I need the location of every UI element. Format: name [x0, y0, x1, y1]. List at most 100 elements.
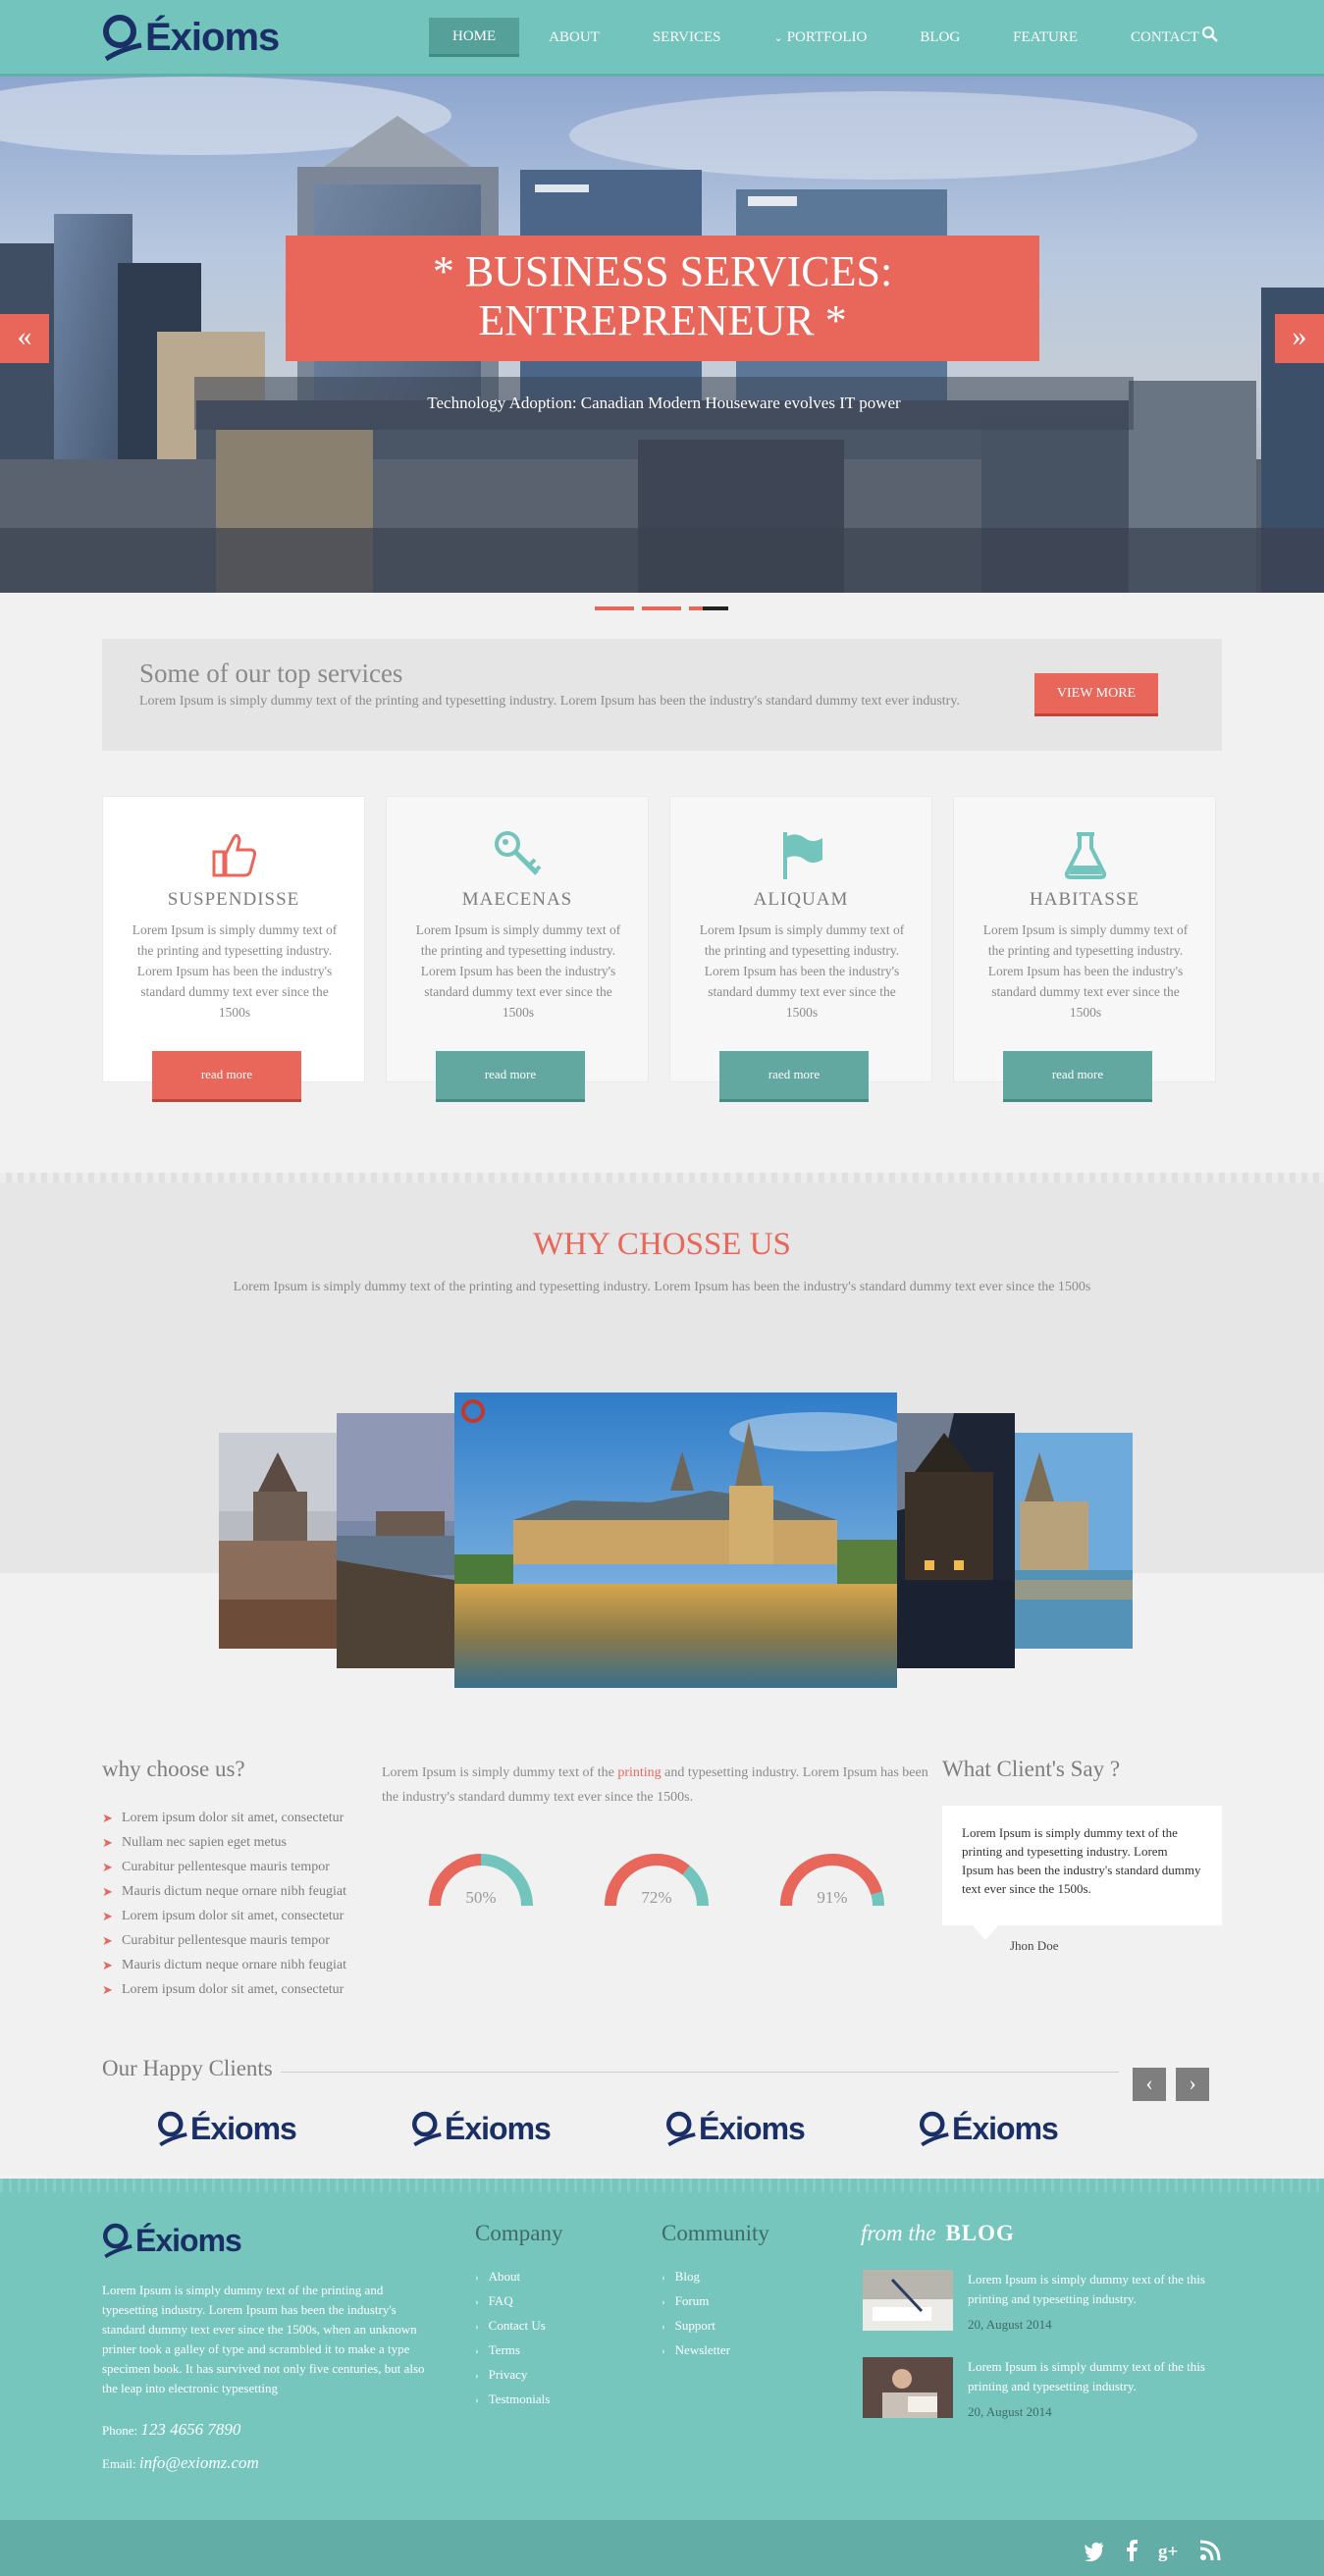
facebook-icon[interactable] [1122, 2540, 1143, 2561]
slider-dot-3[interactable] [689, 606, 728, 610]
logo-mark-icon [666, 2111, 696, 2147]
nav-services[interactable]: SERVICES [629, 18, 745, 57]
nav-feature[interactable]: FEATURE [989, 18, 1101, 57]
list-item-text: Mauris dictum neque ornare nibh feugiat [122, 1884, 346, 1899]
flag-icon [783, 832, 822, 879]
header: Éxioms HOME ABOUT SERVICES ⌄ PORTFOLIO BL… [0, 0, 1324, 77]
link-label: Contact Us [488, 2318, 546, 2333]
read-more-button[interactable]: raed more [719, 1051, 869, 1102]
footer-pattern [0, 2179, 1324, 2192]
double-chevron-left-icon[interactable]: « [0, 314, 49, 363]
read-more-button[interactable]: read more [436, 1051, 585, 1102]
slider-dot-1[interactable] [595, 606, 634, 610]
blog-post-text: Lorem Ipsum is simply dummy text of the … [968, 2359, 1205, 2393]
blog-heading-from: from the [861, 2221, 936, 2245]
double-chevron-right-icon[interactable]: » [1275, 314, 1324, 363]
arrow-right-icon: ➤ [102, 1811, 113, 1825]
client-logo-text: Éxioms [445, 2111, 552, 2146]
link-label: About [488, 2269, 521, 2284]
gallery-image-4[interactable] [895, 1413, 1015, 1668]
footer-link-testimonials[interactable]: › Testmonials [475, 2387, 550, 2411]
logo[interactable]: Éxioms [102, 10, 280, 65]
footer-link-newsletter[interactable]: › Newsletter [662, 2338, 730, 2362]
reading-photo [863, 2357, 953, 2418]
google-plus-icon[interactable]: g+ [1158, 2540, 1180, 2561]
footer-community-links: › Blog › Forum › Support › Newsletter [662, 2264, 730, 2362]
footer-link-privacy[interactable]: › Privacy [475, 2362, 550, 2387]
view-more-button[interactable]: VIEW MORE [1034, 673, 1158, 716]
footer-link-about[interactable]: › About [475, 2264, 550, 2288]
chevron-right-icon: › [475, 2296, 479, 2308]
hero-subtitle: Technology Adoption: Canadian Modern Hou… [194, 377, 1134, 430]
blog-heading-blog: BLOG [945, 2221, 1015, 2245]
footer-phone: Phone: 123 4656 7890 [102, 2420, 240, 2440]
email-value[interactable]: info@exiomz.com [139, 2453, 259, 2472]
slider-dot-2[interactable] [642, 606, 681, 610]
arrow-right-icon: ➤ [102, 1909, 113, 1923]
chevron-right-icon[interactable]: › [1176, 2068, 1209, 2101]
link-label: Blog [674, 2269, 700, 2284]
footer-link-contact[interactable]: › Contact Us [475, 2313, 550, 2338]
logo-text: Éxioms [145, 16, 280, 59]
footer-link-blog[interactable]: › Blog [662, 2264, 730, 2288]
footer-logo[interactable]: Éxioms [102, 2220, 242, 2261]
list-item-text: Lorem ipsum dolor sit amet, consectetur [122, 1811, 344, 1825]
chevron-right-icon: › [662, 2272, 665, 2284]
gallery-image-5[interactable] [1015, 1433, 1133, 1649]
blog-thumbnail[interactable] [863, 2270, 953, 2331]
list-item-text: Curabitur pellentesque mauris tempor [122, 1860, 330, 1874]
client-logo-text: Éxioms [952, 2111, 1059, 2146]
list-item: ➤ Lorem ipsum dolor sit amet, consectetur [102, 1806, 346, 1830]
nav-portfolio[interactable]: ⌄ PORTFOLIO [751, 18, 891, 57]
chevron-right-icon: › [475, 2345, 479, 2357]
client-logo[interactable]: Éxioms [665, 2108, 806, 2149]
search-icon[interactable] [1201, 26, 1219, 43]
link-label: Support [674, 2318, 715, 2333]
nav-blog[interactable]: BLOG [896, 18, 983, 57]
arrow-right-icon: ➤ [102, 1933, 113, 1948]
list-item: ➤ Mauris dictum neque ornare nibh feugiat [102, 1879, 346, 1904]
hero-title: * BUSINESS SERVICES: ENTREPRENEUR * [286, 236, 1039, 361]
gallery-image-2[interactable] [337, 1413, 454, 1668]
nav-home[interactable]: HOME [429, 18, 520, 57]
client-logo[interactable]: Éxioms [411, 2108, 552, 2149]
client-logo[interactable]: Éxioms [157, 2108, 297, 2149]
why-choose-list-heading: why choose us? [102, 1757, 245, 1781]
card-title: MAECENAS [461, 889, 573, 910]
chevron-right-icon: › [662, 2296, 665, 2308]
top-services-banner: Some of our top services Lorem Ipsum is … [102, 639, 1222, 751]
middle-text-highlight[interactable]: printing [617, 1765, 661, 1780]
footer-link-forum[interactable]: › Forum [662, 2288, 730, 2313]
chevron-right-icon: › [475, 2272, 479, 2284]
card-text: Lorem Ipsum is simply dummy text of the … [132, 922, 338, 1020]
hero-slider: * BUSINESS SERVICES: ENTREPRENEUR * Tech… [0, 77, 1324, 593]
footer-logo-text: Éxioms [135, 2223, 242, 2258]
blog-post-date: 20, August 2014 [968, 2404, 1052, 2419]
footer-link-terms[interactable]: › Terms [475, 2338, 550, 2362]
nav-about[interactable]: ABOUT [525, 18, 623, 57]
list-item-text: Nullam nec sapien eget metus [122, 1835, 287, 1850]
read-more-button[interactable]: read more [1003, 1051, 1152, 1102]
footer-company-heading: Company [475, 2221, 563, 2245]
read-more-button[interactable]: read more [152, 1051, 301, 1102]
phone-label: Phone: [102, 2423, 138, 2438]
phone-value[interactable]: 123 4656 7890 [140, 2420, 240, 2439]
logo-mark-icon [103, 15, 142, 62]
blog-thumbnail[interactable] [863, 2357, 953, 2418]
why-choose-text: Lorem Ipsum is simply dummy text of the … [233, 1280, 1091, 1294]
svg-text:g+: g+ [1158, 2542, 1178, 2561]
gallery-image-1[interactable] [219, 1433, 337, 1649]
footer-link-faq[interactable]: › FAQ [475, 2288, 550, 2313]
writing-photo [863, 2270, 953, 2331]
chevron-left-icon[interactable]: ‹ [1133, 2068, 1166, 2101]
gallery-image-main[interactable] [454, 1393, 897, 1688]
footer-link-support[interactable]: › Support [662, 2313, 730, 2338]
rss-icon[interactable] [1199, 2540, 1221, 2561]
quote-tail [972, 1924, 999, 1940]
list-item: ➤ Curabitur pellentesque mauris tempor [102, 1928, 346, 1953]
twitter-icon[interactable] [1084, 2540, 1105, 2561]
list-item: ➤ Lorem ipsum dolor sit amet, consectetur [102, 1904, 346, 1928]
arrow-right-icon: ➤ [102, 1835, 113, 1850]
client-logo[interactable]: Éxioms [919, 2108, 1059, 2149]
lake-chapel-photo [895, 1413, 1015, 1668]
